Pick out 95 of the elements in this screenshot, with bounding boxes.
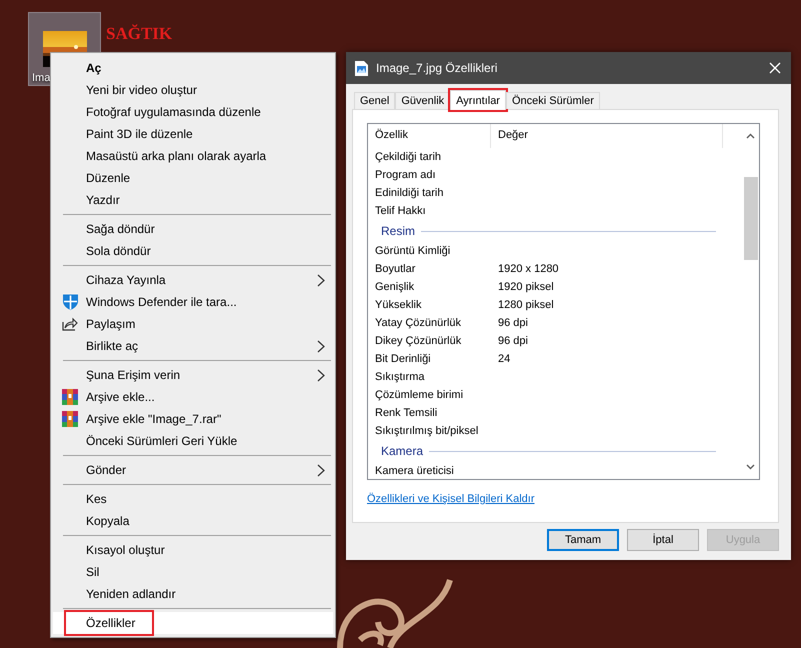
menu-item-label: Birlikte aç bbox=[86, 339, 138, 353]
annotation-label: SAĞTIK bbox=[106, 24, 172, 44]
icon-label: Ima bbox=[32, 72, 50, 84]
chevron-right-icon bbox=[317, 340, 325, 353]
property-value: 1920 x 1280 bbox=[497, 263, 559, 275]
menu-item[interactable]: Yazdır bbox=[53, 189, 333, 211]
property-value: 1280 piksel bbox=[497, 299, 554, 311]
property-name: Sıkıştırma bbox=[374, 371, 426, 383]
property-value: 96 dpi bbox=[497, 335, 528, 347]
menu-item[interactable]: Sağa döndür bbox=[53, 218, 333, 240]
menu-item[interactable]: Birlikte aç bbox=[53, 335, 333, 357]
shield-icon bbox=[62, 294, 79, 310]
tab[interactable]: Genel bbox=[354, 92, 396, 109]
menu-item[interactable]: Kısayol oluştur bbox=[53, 539, 333, 561]
menu-item[interactable]: Düzenle bbox=[53, 167, 333, 189]
menu-item[interactable]: Kopyala bbox=[53, 510, 333, 532]
menu-item-label: Düzenle bbox=[86, 171, 130, 185]
column-header[interactable]: Değer bbox=[491, 124, 723, 148]
tab[interactable]: Önceki Sürümler bbox=[506, 92, 600, 109]
tab[interactable]: Ayrıntılar bbox=[450, 90, 506, 110]
property-name: Çözümleme birimi bbox=[374, 389, 464, 401]
close-icon[interactable] bbox=[769, 62, 781, 74]
property-name: Yükseklik bbox=[374, 299, 422, 311]
menu-item[interactable]: Masaüstü arka planı olarak ayarla bbox=[53, 145, 333, 167]
share-icon bbox=[62, 317, 78, 331]
menu-item-label: Fotoğraf uygulamasında düzenle bbox=[86, 105, 261, 119]
menu-item-label: Sola döndür bbox=[86, 244, 151, 258]
property-name: Genişlik bbox=[374, 281, 416, 293]
menu-item-label: Kes bbox=[86, 492, 107, 506]
menu-item-label: Paylaşım bbox=[86, 317, 136, 331]
menu-item[interactable]: Gönder bbox=[53, 459, 333, 481]
property-name: Telif Hakkı bbox=[374, 205, 427, 217]
menu-item[interactable]: Kes bbox=[53, 488, 333, 510]
chevron-right-icon bbox=[317, 274, 325, 287]
scroll-down-icon[interactable] bbox=[746, 464, 755, 470]
property-name: Boyutlar bbox=[374, 263, 416, 275]
menu-item-label: Sil bbox=[86, 565, 100, 579]
archive-icon bbox=[62, 411, 78, 427]
menu-item[interactable]: Özellikler bbox=[53, 612, 333, 634]
property-name: Görüntü Kimliği bbox=[374, 245, 452, 257]
property-name: Program adı bbox=[374, 169, 437, 181]
menu-item-label: Sağa döndür bbox=[86, 222, 155, 236]
menu-item-label: Özellikler bbox=[86, 616, 136, 630]
menu-item-label: Yeniden adlandır bbox=[86, 587, 176, 601]
archive-icon bbox=[62, 389, 78, 405]
menu-item-label: Önceki Sürümleri Geri Yükle bbox=[86, 434, 238, 448]
menu-item[interactable]: Şuna Erişim verin bbox=[53, 364, 333, 386]
menu-item[interactable]: Arşive ekle... bbox=[53, 386, 333, 408]
menu-item[interactable]: Paint 3D ile düzenle bbox=[53, 123, 333, 145]
menu-item[interactable]: Paylaşım bbox=[53, 313, 333, 335]
menu-item-label: Kısayol oluştur bbox=[86, 543, 165, 557]
column-header[interactable]: Özellik bbox=[368, 124, 491, 148]
menu-item-label: Arşive ekle... bbox=[86, 390, 155, 404]
property-name: Kamera üreticisi bbox=[374, 465, 455, 477]
menu-item[interactable]: Yeniden adlandır bbox=[53, 583, 333, 605]
property-name: Sıkıştırılmış bit/piksel bbox=[374, 425, 480, 437]
group-heading: Kamera bbox=[381, 444, 424, 458]
menu-item-label: Yazdır bbox=[86, 193, 120, 207]
property-name: Renk Temsili bbox=[374, 407, 438, 419]
menu-item-label: Kopyala bbox=[86, 514, 130, 528]
dialog-button[interactable]: İptal bbox=[627, 529, 699, 551]
menu-item-label: Paint 3D ile düzenle bbox=[86, 127, 193, 141]
menu-item-label: Gönder bbox=[86, 463, 126, 477]
menu-item[interactable]: Önceki Sürümleri Geri Yükle bbox=[53, 430, 333, 452]
menu-item-label: Aç bbox=[86, 61, 102, 75]
menu-item-label: Windows Defender ile tara... bbox=[86, 295, 237, 309]
property-name: Yatay Çözünürlük bbox=[374, 317, 462, 329]
chevron-right-icon bbox=[317, 369, 325, 382]
dialog-button[interactable]: Tamam bbox=[547, 529, 619, 551]
menu-item-label: Cihaza Yayınla bbox=[86, 273, 166, 287]
property-name: Edinildiği tarih bbox=[374, 187, 444, 199]
menu-item-label: Masaüstü arka planı olarak ayarla bbox=[86, 149, 266, 163]
chevron-right-icon bbox=[317, 464, 325, 477]
group-heading: Resim bbox=[381, 224, 416, 238]
tab[interactable]: Güvenlik bbox=[395, 92, 450, 109]
menu-item[interactable]: Sola döndür bbox=[53, 240, 333, 262]
image-file-icon bbox=[355, 60, 368, 76]
property-value: 1920 piksel bbox=[497, 281, 554, 293]
menu-item[interactable]: Arşive ekle "Image_7.rar" bbox=[53, 408, 333, 430]
menu-item-label: Şuna Erişim verin bbox=[86, 368, 180, 382]
property-value: 24 bbox=[497, 353, 510, 365]
property-value: 96 dpi bbox=[497, 317, 528, 329]
menu-item[interactable]: Windows Defender ile tara... bbox=[53, 291, 333, 313]
menu-item-label: Arşive ekle "Image_7.rar" bbox=[86, 412, 222, 426]
window-title: Image_7.jpg Özellikleri bbox=[376, 61, 498, 75]
property-name: Çekildiği tarih bbox=[374, 151, 442, 163]
menu-item[interactable]: Cihaza Yayınla bbox=[53, 269, 333, 291]
scroll-up-icon[interactable] bbox=[746, 133, 755, 139]
menu-item[interactable]: Fotoğraf uygulamasında düzenle bbox=[53, 101, 333, 123]
remove-properties-link[interactable]: Özellikleri ve Kişisel Bilgileri Kaldır bbox=[367, 493, 534, 505]
property-name: Dikey Çözünürlük bbox=[374, 335, 462, 347]
menu-item[interactable]: Sil bbox=[53, 561, 333, 583]
property-name: Bit Derinliği bbox=[374, 353, 432, 365]
menu-item-label: Yeni bir video oluştur bbox=[86, 83, 197, 97]
scroll-thumb[interactable] bbox=[744, 177, 758, 260]
